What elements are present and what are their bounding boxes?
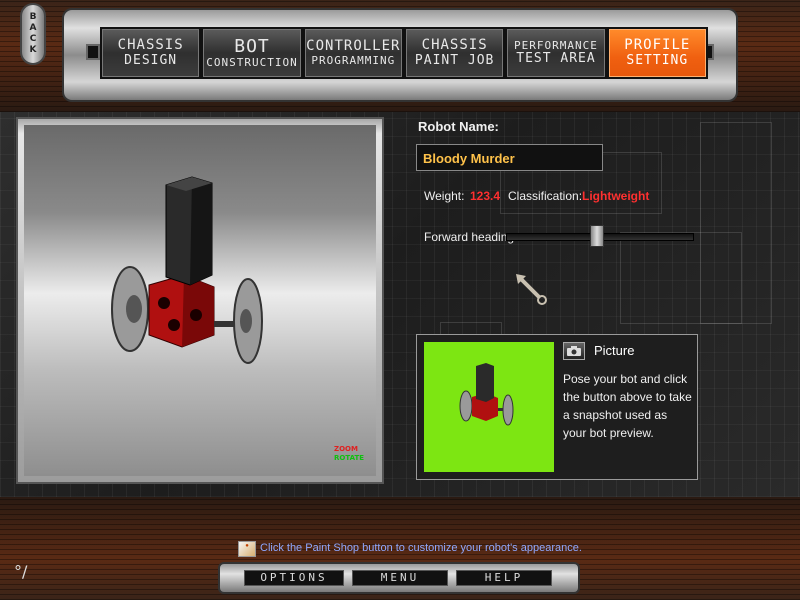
zoom-label: ZOOM <box>334 445 358 453</box>
tab-line2: PROGRAMMING <box>311 53 396 67</box>
tab-profile-setting[interactable]: PROFILE SETTING <box>608 29 706 77</box>
picture-title: Picture <box>594 343 635 358</box>
weight-label: Weight: <box>424 189 465 203</box>
right-wheel-hub <box>240 309 252 333</box>
tab-line2: DESIGN <box>124 52 178 68</box>
picture-description: Pose your bot and click the button above… <box>563 372 692 440</box>
left-wheel-hub <box>126 295 142 323</box>
robot-3d-viewport[interactable] <box>16 117 384 484</box>
tab-chassis-paint-job[interactable]: CHASSIS PAINT JOB <box>405 29 504 77</box>
tab-line1: CONTROLLER <box>306 38 401 55</box>
options-button[interactable]: OPTIONS <box>244 570 344 586</box>
snapshot-button[interactable] <box>563 342 585 360</box>
forward-heading-slider-thumb[interactable] <box>590 225 605 247</box>
back-button-label: BACK <box>28 12 38 56</box>
menu-button[interactable]: MENU <box>352 570 448 586</box>
tab-chassis-design[interactable]: CHASSIS DESIGN <box>102 29 200 77</box>
corner-decoration-icon: °/ <box>14 562 28 581</box>
tab-line1: CHASSIS <box>117 37 184 54</box>
camera-icon <box>567 346 581 356</box>
status-hint: Click the Paint Shop button to customize… <box>260 542 582 554</box>
bot-preview-model <box>459 363 514 426</box>
tab-bot-construction[interactable]: BOT CONSTRUCTION <box>203 29 301 77</box>
viewport-canvas[interactable] <box>24 125 376 476</box>
top-nav-tabs: CHASSIS DESIGN BOT CONSTRUCTION CONTROLL… <box>100 27 708 79</box>
back-button[interactable]: BACK <box>20 3 46 65</box>
tab-line1: CHASSIS <box>421 37 488 54</box>
robot-tower-side <box>190 177 212 285</box>
robot-name-field[interactable]: Bloody Murder <box>416 144 603 171</box>
weight-value: 123.4 <box>470 189 501 203</box>
robot-model <box>111 176 263 364</box>
nav-frame-cap-left <box>86 44 100 60</box>
body-hole <box>168 319 180 331</box>
tab-controller-programming[interactable]: CONTROLLER PROGRAMMING <box>304 29 402 77</box>
tab-line1: PROFILE <box>624 37 691 54</box>
tab-line2: TEST AREA <box>516 50 596 66</box>
tab-line2: SETTING <box>626 52 689 68</box>
tab-performance-test-area[interactable]: PERFORMANCE TEST AREA <box>507 29 605 77</box>
classification-value: Lightweight <box>582 189 650 203</box>
body-hole <box>158 297 170 309</box>
body-hole <box>190 309 202 321</box>
help-button[interactable]: HELP <box>456 570 552 586</box>
rotate-label: ROTATE <box>334 454 365 462</box>
robot-name-label: Robot Name: <box>418 119 499 134</box>
tab-line2: PAINT JOB <box>414 52 495 68</box>
bot-preview-thumbnail <box>424 342 554 472</box>
zoom-rotate-legend: ZOOM ROTATE <box>334 445 364 463</box>
classification-label: Classification: <box>508 189 583 203</box>
paint-shop-icon[interactable]: ● <box>238 541 256 557</box>
tab-line2: CONSTRUCTION <box>206 55 298 69</box>
heading-arrow-icon <box>516 274 547 305</box>
forward-heading-label: Forward heading: <box>424 230 518 244</box>
tab-line1: BOT <box>234 36 270 58</box>
